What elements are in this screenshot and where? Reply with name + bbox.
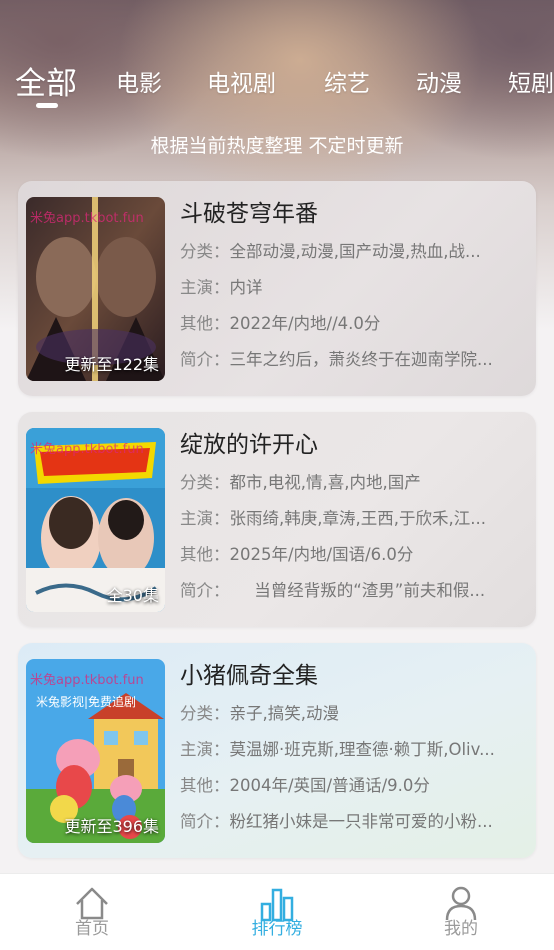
ranking-card[interactable]: 米兔app.tkbot.fun 更新至122集 斗破苍穹年番 分类：全部动漫,动… bbox=[18, 181, 536, 396]
other-row: 其他：2022年/内地//4.0分 bbox=[180, 309, 528, 339]
other-row: 其他：2025年/内地/国语/6.0分 bbox=[180, 540, 528, 570]
other-value: 2022年/内地//4.0分 bbox=[229, 314, 381, 333]
other-label: 其他： bbox=[180, 545, 230, 564]
other-label: 其他： bbox=[180, 776, 230, 795]
nav-ranking-label: 排行榜 bbox=[251, 919, 303, 939]
category-label: 分类： bbox=[180, 704, 230, 723]
other-value: 2025年/内地/国语/6.0分 bbox=[229, 545, 414, 564]
episode-badge: 全30集 bbox=[106, 586, 159, 605]
intro-row: 简介：三年之约后，萧炎终于在迦南学院... bbox=[180, 345, 528, 375]
tab-variety[interactable]: 综艺 bbox=[324, 64, 370, 98]
item-title[interactable]: 斗破苍穹年番 bbox=[180, 197, 530, 231]
cast-value: 莫温娜·班克斯,理查德·赖丁斯,Oliv... bbox=[229, 740, 495, 759]
category-label: 分类： bbox=[180, 473, 230, 492]
poster-watermark: 米兔app.tkbot.fun bbox=[30, 442, 144, 457]
intro-value: 粉红猪小妹是一只非常可爱的小粉... bbox=[229, 812, 493, 831]
category-row: 分类：都市,电视,情,喜,内地,国产 bbox=[180, 468, 528, 498]
category-row: 分类：全部动漫,动漫,国产动漫,热血,战... bbox=[180, 237, 528, 267]
other-label: 其他： bbox=[180, 314, 230, 333]
intro-value: 当曾经背叛的“渣男”前夫和假... bbox=[221, 581, 486, 600]
tab-short-drama[interactable]: 短剧 bbox=[508, 64, 554, 98]
nav-home[interactable]: 首页 bbox=[52, 884, 132, 939]
cast-row: 主演：内详 bbox=[180, 273, 528, 303]
episode-badge: 更新至122集 bbox=[64, 355, 159, 374]
category-value: 亲子,搞笑,动漫 bbox=[229, 704, 340, 723]
category-value: 都市,电视,情,喜,内地,国产 bbox=[229, 473, 421, 492]
tab-tv-series[interactable]: 电视剧 bbox=[207, 64, 276, 98]
poster-watermark: 米兔app.tkbot.fun bbox=[30, 211, 144, 226]
other-value: 2004年/英国/普通话/9.0分 bbox=[229, 776, 430, 795]
active-tab-indicator bbox=[36, 103, 58, 108]
intro-label: 简介： bbox=[180, 350, 230, 369]
tab-anime[interactable]: 动漫 bbox=[416, 64, 462, 98]
poster-image: 米兔app.tkbot.fun 全30集 bbox=[26, 428, 165, 612]
category-row: 分类：亲子,搞笑,动漫 bbox=[180, 699, 528, 729]
category-tabs: 全部 电影 电视剧 综艺 动漫 短剧 bbox=[0, 56, 554, 110]
tab-all[interactable]: 全部 bbox=[15, 58, 77, 103]
poster-watermark: 米兔app.tkbot.fun bbox=[30, 673, 144, 688]
episode-badge: 更新至396集 bbox=[64, 817, 159, 836]
other-row: 其他：2004年/英国/普通话/9.0分 bbox=[180, 771, 528, 801]
item-title[interactable]: 小猪佩奇全集 bbox=[180, 659, 530, 693]
cast-row: 主演：莫温娜·班克斯,理查德·赖丁斯,Oliv... bbox=[180, 735, 528, 765]
intro-row: 简介：粉红猪小妹是一只非常可爱的小粉... bbox=[180, 807, 528, 837]
bottom-navigation: 首页 排行榜 我的 bbox=[0, 873, 554, 950]
cast-value: 张雨绮,韩庚,章涛,王西,于欣禾,江... bbox=[229, 509, 486, 528]
intro-label: 简介： bbox=[180, 581, 222, 600]
ranking-card[interactable]: 米兔app.tkbot.fun 米兔影视|免费追剧 更新至396集 小猪佩奇全集… bbox=[18, 643, 536, 858]
nav-profile-label: 我的 bbox=[444, 919, 478, 939]
category-label: 分类： bbox=[180, 242, 230, 261]
poster-watermark-secondary: 米兔影视|免费追剧 bbox=[36, 695, 137, 709]
cast-label: 主演： bbox=[180, 278, 230, 297]
poster-image: 米兔app.tkbot.fun 更新至122集 bbox=[26, 197, 165, 381]
intro-row: 简介： 当曾经背叛的“渣男”前夫和假... bbox=[180, 576, 528, 606]
intro-label: 简介： bbox=[180, 812, 230, 831]
cast-label: 主演： bbox=[180, 740, 230, 759]
nav-ranking[interactable]: 排行榜 bbox=[237, 884, 317, 939]
ranking-subtitle: 根据当前热度整理 不定时更新 bbox=[150, 135, 404, 157]
ranking-card[interactable]: 米兔app.tkbot.fun 全30集 绽放的许开心 分类：都市,电视,情,喜… bbox=[18, 412, 536, 627]
cast-label: 主演： bbox=[180, 509, 230, 528]
poster-image: 米兔app.tkbot.fun 米兔影视|免费追剧 更新至396集 bbox=[26, 659, 165, 843]
item-title[interactable]: 绽放的许开心 bbox=[180, 428, 530, 462]
cast-value: 内详 bbox=[229, 278, 263, 297]
nav-profile[interactable]: 我的 bbox=[421, 884, 501, 939]
intro-value: 三年之约后，萧炎终于在迦南学院... bbox=[229, 350, 493, 369]
nav-home-label: 首页 bbox=[75, 919, 109, 939]
cast-row: 主演：张雨绮,韩庚,章涛,王西,于欣禾,江... bbox=[180, 504, 528, 534]
category-value: 全部动漫,动漫,国产动漫,热血,战... bbox=[229, 242, 481, 261]
tab-movie[interactable]: 电影 bbox=[116, 64, 162, 98]
